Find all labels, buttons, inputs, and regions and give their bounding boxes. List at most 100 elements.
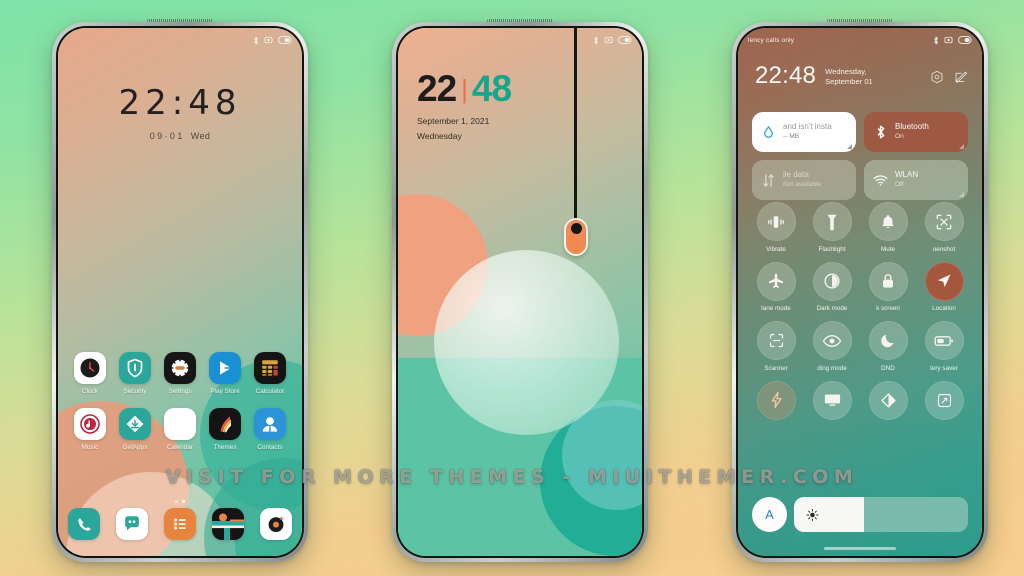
app-getapps[interactable]: GetApps <box>115 408 155 451</box>
toggle-reading-mode[interactable]: ding mode <box>806 321 858 372</box>
app-play-store[interactable]: Play Store <box>205 352 245 395</box>
phone1-time: 22:48 <box>118 83 242 123</box>
toggle-cast-screen[interactable] <box>806 380 858 425</box>
app-label: Themes <box>213 444 237 451</box>
fullscreen-icon <box>924 380 964 420</box>
pendulum-weight[interactable] <box>564 218 588 256</box>
tile-bluetooth[interactable]: Bluetooth On <box>864 112 968 152</box>
pendulum-hole <box>570 223 582 234</box>
phone2-date: September 1, 2021 <box>417 116 490 126</box>
eye-icon <box>812 321 852 360</box>
browser-icon[interactable] <box>212 508 244 540</box>
toggle-label: Mute <box>881 245 895 253</box>
app-music[interactable]: Music <box>70 408 110 451</box>
app-clock[interactable]: Clock <box>70 352 110 395</box>
bluetooth-icon <box>593 36 599 45</box>
flashlight-icon <box>812 202 852 241</box>
page-dot[interactable] <box>175 500 178 503</box>
play-triangle-icon <box>209 352 241 384</box>
settings-hex-icon[interactable] <box>930 70 944 84</box>
app-settings[interactable]: Settings <box>160 352 200 395</box>
page-dot-active[interactable] <box>182 500 185 503</box>
phone2-minutes: 48 <box>471 68 512 109</box>
toggle-label: DND <box>881 364 895 372</box>
toggle-location[interactable]: Location <box>918 261 970 312</box>
app-calculator[interactable]: Calculator <box>250 352 290 395</box>
phone2-clock-widget: 22 | 48 September 1, 2021 Wednesday <box>417 68 512 141</box>
tile-wlan[interactable]: WLAN Off <box>864 160 968 200</box>
page-indicator <box>58 490 302 508</box>
battery-icon <box>278 36 293 44</box>
camera-icon[interactable] <box>260 508 292 540</box>
app-label: Settings <box>168 388 192 395</box>
location-arrow-icon <box>924 261 964 301</box>
tile-data-usage[interactable]: and isn't insta -- MB <box>752 112 856 152</box>
phone-handset-icon[interactable] <box>68 508 100 540</box>
toggle-vibrate[interactable]: Vibrate <box>750 202 802 253</box>
tile-expand-corner[interactable] <box>847 144 852 149</box>
toggle-row-3: Scanner ding mode DND tery saver <box>750 321 970 372</box>
moon-icon <box>868 321 908 360</box>
app-label: Clock <box>82 388 98 395</box>
wallpaper-big-sphere <box>434 250 619 435</box>
lock-icon <box>868 261 908 301</box>
toggle-reading-half[interactable] <box>862 380 914 425</box>
toggle-screenshot[interactable]: oenshot <box>918 202 970 253</box>
app-calendar[interactable]: Calendar <box>160 408 200 451</box>
app-label: Contacts <box>257 444 283 451</box>
brightness-slider[interactable] <box>794 497 968 532</box>
phone2-separator: | <box>461 74 468 104</box>
cc-actions <box>930 64 968 84</box>
chat-bubble-icon[interactable] <box>116 508 148 540</box>
tile-title: Bluetooth <box>895 122 929 132</box>
toggle-label: Vibrate <box>766 245 786 253</box>
cc-time: 22:48 <box>755 62 817 89</box>
toggle-row-2: lane mode Dark mode k screen Location <box>750 261 970 312</box>
app-security[interactable]: Security <box>115 352 155 395</box>
toggle-mute[interactable]: Mute <box>862 202 914 253</box>
calculator-icon <box>254 352 286 384</box>
toggle-label: Location <box>932 305 956 312</box>
toggle-lock-screen[interactable]: k screen <box>862 261 914 312</box>
toggle-scanner[interactable]: Scanner <box>750 321 802 372</box>
carrier-label: lency calls only <box>748 36 795 44</box>
vibrate-icon <box>943 36 954 44</box>
earpiece-speaker <box>827 19 893 22</box>
toggle-lightning[interactable] <box>750 380 802 425</box>
phone-lock-screen: 22 | 48 September 1, 2021 Wednesday <box>392 19 648 562</box>
toggle-battery-saver[interactable]: tery saver <box>918 321 970 372</box>
toggle-dark-mode[interactable]: Dark mode <box>806 261 858 312</box>
lightning-icon <box>756 380 796 420</box>
app-themes[interactable]: Themes <box>205 408 245 451</box>
bluetooth-icon <box>253 36 259 45</box>
phone3-screen: lency calls only 22:48 Wednesday, Septem… <box>738 28 982 556</box>
list-icon[interactable] <box>164 508 196 540</box>
tile-expand-corner[interactable] <box>959 144 964 149</box>
control-center-header: 22:48 Wednesday, September 01 <box>755 64 968 88</box>
toggle-label: Dark mode <box>816 305 848 312</box>
mobile-data-icon <box>761 173 776 188</box>
app-label: Calculator <box>255 388 285 395</box>
phone2-bezel: 22 | 48 September 1, 2021 Wednesday <box>396 26 644 558</box>
home-indicator <box>824 547 896 550</box>
cc-date-line2: September 01 <box>825 77 873 87</box>
screenshot-icon <box>924 202 964 241</box>
tile-title: WLAN <box>895 170 919 180</box>
phone1-bezel: 22:48 09·01 Wed Clock Security Settings … <box>56 26 304 558</box>
app-label: GetApps <box>122 444 148 451</box>
tile-mobile-data[interactable]: ile data Not available <box>752 160 856 200</box>
battery-icon <box>958 36 973 44</box>
phone1-dock <box>68 508 292 540</box>
toggle-airplane-mode[interactable]: lane mode <box>750 261 802 312</box>
toggle-fullscreen[interactable] <box>918 380 970 425</box>
auto-brightness-button[interactable]: A <box>752 497 787 532</box>
phone-control-center: lency calls only 22:48 Wednesday, Septem… <box>732 19 988 562</box>
tile-text: and isn't insta -- MB <box>783 122 832 142</box>
edit-icon[interactable] <box>954 70 968 84</box>
toggle-dnd[interactable]: DND <box>862 321 914 372</box>
tile-expand-corner[interactable] <box>959 192 964 197</box>
gear-icon <box>164 352 196 384</box>
app-contacts[interactable]: Contacts <box>250 408 290 451</box>
toggle-flashlight[interactable]: Flashlight <box>806 202 858 253</box>
clock-app-icon <box>74 352 106 384</box>
